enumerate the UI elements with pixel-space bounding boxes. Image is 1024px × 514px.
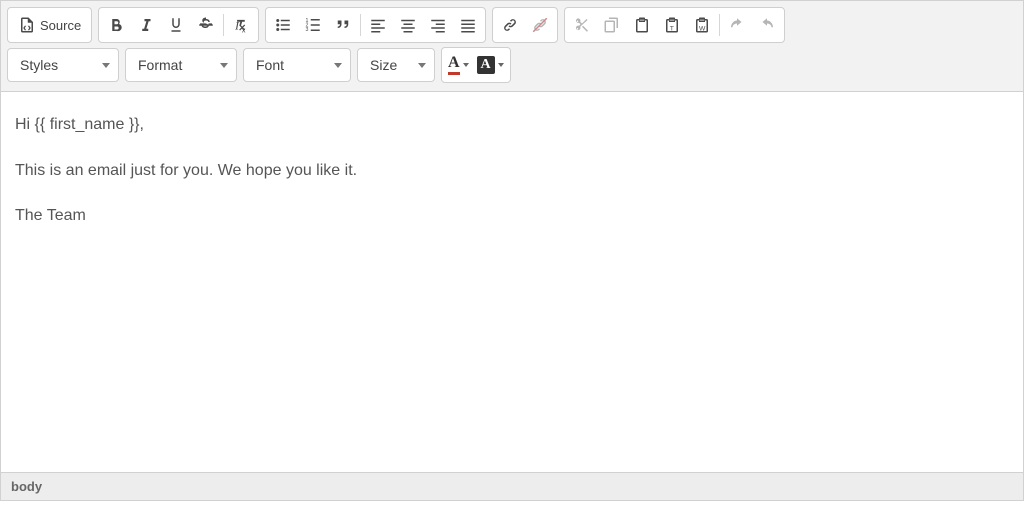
content-line: The Team (15, 203, 1009, 229)
toolbar-row-1: Source Ix (7, 5, 1017, 45)
chevron-down-icon (418, 63, 426, 68)
italic-icon (137, 16, 155, 34)
paste-icon (633, 16, 651, 34)
font-combo[interactable]: Font (243, 48, 351, 82)
chevron-down-icon (463, 63, 469, 67)
content-line: This is an email just for you. We hope y… (15, 158, 1009, 184)
link-icon (501, 16, 519, 34)
blockquote-icon (334, 16, 352, 34)
cut-icon (573, 16, 591, 34)
bg-color-button[interactable]: A (473, 48, 508, 82)
align-center-button[interactable] (393, 10, 423, 40)
italic-button[interactable] (131, 10, 161, 40)
status-bar: body (1, 472, 1023, 500)
group-clipboard: T W (564, 7, 785, 43)
format-combo-label: Format (138, 57, 182, 73)
unlink-icon (531, 16, 549, 34)
align-left-button[interactable] (363, 10, 393, 40)
svg-text:T: T (670, 25, 674, 32)
bullet-list-icon (274, 16, 292, 34)
chevron-down-icon (102, 63, 110, 68)
align-right-button[interactable] (423, 10, 453, 40)
text-color-button[interactable]: A (444, 48, 473, 82)
paste-text-button[interactable]: T (657, 10, 687, 40)
group-text-format: Ix (98, 7, 259, 43)
align-justify-button[interactable] (453, 10, 483, 40)
remove-format-icon: Ix (232, 16, 250, 34)
numbered-list-icon: 123 (304, 16, 322, 34)
source-icon (18, 16, 36, 34)
svg-text:W: W (699, 25, 706, 32)
strike-button[interactable] (191, 10, 221, 40)
bold-button[interactable] (101, 10, 131, 40)
group-source: Source (7, 7, 92, 43)
cut-button[interactable] (567, 10, 597, 40)
copy-button[interactable] (597, 10, 627, 40)
font-combo-label: Font (256, 57, 284, 73)
align-justify-icon (459, 16, 477, 34)
editor-frame: Source Ix (0, 0, 1024, 501)
bullet-list-button[interactable] (268, 10, 298, 40)
align-center-icon (399, 16, 417, 34)
bold-icon (107, 16, 125, 34)
source-button-label: Source (40, 18, 81, 33)
svg-text:x: x (242, 26, 246, 35)
paste-text-icon: T (663, 16, 681, 34)
paste-word-icon: W (693, 16, 711, 34)
redo-icon (758, 16, 776, 34)
styles-combo-label: Styles (20, 57, 58, 73)
copy-icon (603, 16, 621, 34)
redo-button[interactable] (752, 10, 782, 40)
content-line: Hi {{ first_name }}, (15, 112, 1009, 138)
chevron-down-icon (334, 63, 342, 68)
elements-path[interactable]: body (11, 479, 42, 494)
styles-combo[interactable]: Styles (7, 48, 119, 82)
undo-button[interactable] (722, 10, 752, 40)
chevron-down-icon (220, 63, 228, 68)
align-left-icon (369, 16, 387, 34)
toolbar-row-2: Styles Format Font Size A (7, 45, 1017, 85)
source-button[interactable]: Source (10, 10, 89, 40)
numbered-list-button[interactable]: 123 (298, 10, 328, 40)
remove-format-button[interactable]: Ix (226, 10, 256, 40)
bg-color-icon: A (477, 56, 495, 74)
underline-button[interactable] (161, 10, 191, 40)
svg-text:3: 3 (306, 27, 309, 33)
format-combo[interactable]: Format (125, 48, 237, 82)
underline-icon (167, 16, 185, 34)
editor-content[interactable]: Hi {{ first_name }}, This is an email ju… (1, 92, 1023, 472)
text-color-icon: A (448, 55, 460, 75)
blockquote-button[interactable] (328, 10, 358, 40)
chevron-down-icon (498, 63, 504, 67)
paste-button[interactable] (627, 10, 657, 40)
paste-word-button[interactable]: W (687, 10, 717, 40)
link-button[interactable] (495, 10, 525, 40)
unlink-button[interactable] (525, 10, 555, 40)
group-color: A A (441, 47, 511, 83)
strike-icon (197, 16, 215, 34)
align-right-icon (429, 16, 447, 34)
group-paragraph: 123 (265, 7, 486, 43)
size-combo[interactable]: Size (357, 48, 435, 82)
group-links (492, 7, 558, 43)
editor-toolbar: Source Ix (1, 1, 1023, 92)
undo-icon (728, 16, 746, 34)
size-combo-label: Size (370, 57, 397, 73)
